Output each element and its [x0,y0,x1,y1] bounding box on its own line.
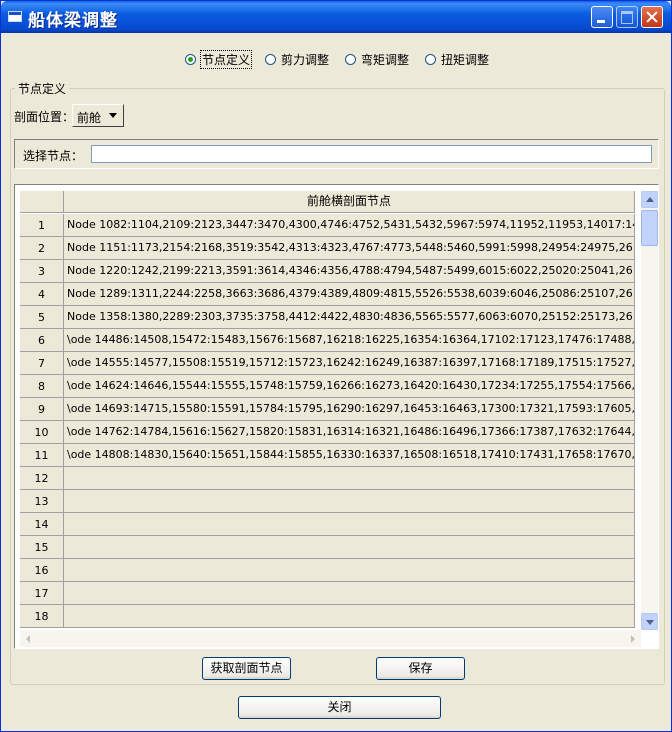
row-number[interactable]: 1 [20,214,64,237]
table-cell[interactable]: Node 1289:1311,2244:2258,3663:3686,4379:… [64,283,635,306]
node-select-input[interactable] [91,145,652,163]
table-cell[interactable]: Node 1082:1104,2109:2123,3447:3470,4300,… [64,214,635,237]
table-row[interactable]: 5 Node 1358:1380,2289:2303,3735:3758,4412… [20,306,635,329]
table-cell[interactable] [64,605,635,628]
table-row[interactable]: 10 \ode 14762:14784,15616:15627,15820:158… [20,421,635,444]
main-window: 船体梁调整 节点定义 剪力调整 弯矩调整 扭矩调整 节点定义 剖面位置： 前舱 … [0,0,672,732]
table-cell[interactable]: Node 1151:1173,2154:2168,3519:3542,4313:… [64,237,635,260]
save-button[interactable]: 保存 [376,657,465,680]
row-number[interactable]: 15 [20,536,64,559]
row-number[interactable]: 9 [20,398,64,421]
table-row[interactable]: 8 \ode 14624:14646,15544:15555,15748:1575… [20,375,635,398]
horizontal-scrollbar[interactable] [20,630,641,647]
title-bar[interactable]: 船体梁调整 [1,1,671,33]
radio-torsion-adjust[interactable]: 扭矩调整 [425,50,489,68]
table-cell[interactable]: \ode 14555:14577,15508:15519,15712:15723… [64,352,635,375]
grid-corner[interactable] [20,191,64,213]
table-cell[interactable]: \ode 14808:14830,15640:15651,15844:15855… [64,444,635,467]
column-header[interactable]: 前舱横剖面节点 [64,191,635,213]
radio-node-definition[interactable]: 节点定义 [185,49,253,69]
table-row[interactable]: 18 [20,605,635,628]
close-icon[interactable] [641,6,663,28]
table-row[interactable]: 15 [20,536,635,559]
row-number[interactable]: 10 [20,421,64,444]
table-cell[interactable] [64,536,635,559]
table-cell[interactable]: Node 1358:1380,2289:2303,3735:3758,4412:… [64,306,635,329]
radio-label: 剪力调整 [281,52,330,67]
row-number[interactable]: 5 [20,306,64,329]
section-position-label: 剖面位置： [14,110,75,124]
table-cell[interactable] [64,559,635,582]
table-cell[interactable]: Node 1220:1242,2199:2213,3591:3614,4346:… [64,260,635,283]
table-cell[interactable] [64,467,635,490]
minimize-icon[interactable] [591,6,613,28]
radio-label: 弯矩调整 [361,52,410,67]
row-number[interactable]: 11 [20,444,64,467]
scroll-left-icon[interactable] [20,630,37,647]
radio-label: 节点定义 [199,49,253,69]
table-row[interactable]: 3 Node 1220:1242,2199:2213,3591:3614,4346… [20,260,635,283]
table-row[interactable]: 16 [20,559,635,582]
row-number[interactable]: 8 [20,375,64,398]
table-cell[interactable] [64,582,635,605]
table-row[interactable]: 17 [20,582,635,605]
table-row[interactable]: 12 [20,467,635,490]
radio-unselected-icon[interactable] [265,53,276,65]
radio-bending-adjust[interactable]: 弯矩调整 [345,50,409,68]
radio-label: 扭矩调整 [441,52,490,67]
row-number[interactable]: 12 [20,467,64,490]
table-row[interactable]: 1 Node 1082:1104,2109:2123,3447:3470,4300… [20,214,635,237]
row-number[interactable]: 7 [20,352,64,375]
maximize-icon [616,6,638,28]
get-section-nodes-button[interactable]: 获取剖面节点 [202,657,291,680]
chevron-down-icon[interactable] [109,113,117,118]
row-number[interactable]: 14 [20,513,64,536]
scroll-right-icon[interactable] [624,630,641,647]
scroll-up-icon[interactable] [641,191,658,208]
radio-selected-icon[interactable] [185,53,196,65]
table-row[interactable]: 11 \ode 14808:14830,15640:15651,15844:158… [20,444,635,467]
row-number[interactable]: 2 [20,237,64,260]
app-icon [8,11,22,22]
table-cell[interactable]: \ode 14762:14784,15616:15627,15820:15831… [64,421,635,444]
table-row[interactable]: 7 \ode 14555:14577,15508:15519,15712:1572… [20,352,635,375]
node-select-label: 选择节点： [23,149,84,163]
window-title: 船体梁调整 [28,11,118,31]
table-row[interactable]: 6 \ode 14486:14508,15472:15483,15676:1568… [20,329,635,352]
group-label: 节点定义 [15,80,70,97]
table-row[interactable]: 4 Node 1289:1311,2244:2258,3663:3686,4379… [20,283,635,306]
table-cell[interactable] [64,490,635,513]
row-number[interactable]: 16 [20,559,64,582]
table-cell[interactable]: \ode 14624:14646,15544:15555,15748:15759… [64,375,635,398]
vertical-scrollbar[interactable] [641,191,658,630]
row-number[interactable]: 4 [20,283,64,306]
mode-radio-group: 节点定义 剪力调整 弯矩调整 扭矩调整 [1,49,671,69]
table-cell[interactable]: \ode 14486:14508,15472:15483,15676:15687… [64,329,635,352]
table-cell[interactable] [64,513,635,536]
radio-shear-adjust[interactable]: 剪力调整 [265,50,329,68]
row-number[interactable]: 13 [20,490,64,513]
radio-unselected-icon[interactable] [345,53,356,65]
radio-unselected-icon[interactable] [425,53,436,65]
dropdown-value: 前舱 [77,111,102,125]
scroll-down-icon[interactable] [641,613,658,630]
row-number[interactable]: 3 [20,260,64,283]
section-nodes-grid[interactable]: 前舱横剖面节点 1 Node 1082:1104,2109:2123,3447:3… [14,184,659,649]
table-cell[interactable]: \ode 14693:14715,15580:15591,15784:15795… [64,398,635,421]
section-position-dropdown[interactable]: 前舱 [72,104,124,127]
table-row[interactable]: 13 [20,490,635,513]
scroll-thumb[interactable] [641,210,658,246]
row-number[interactable]: 6 [20,329,64,352]
close-button[interactable]: 关闭 [238,696,441,719]
table-row[interactable]: 14 [20,513,635,536]
table-row[interactable]: 2 Node 1151:1173,2154:2168,3519:3542,4313… [20,237,635,260]
row-number[interactable]: 18 [20,605,64,628]
row-number[interactable]: 17 [20,582,64,605]
table-row[interactable]: 9 \ode 14693:14715,15580:15591,15784:1579… [20,398,635,421]
